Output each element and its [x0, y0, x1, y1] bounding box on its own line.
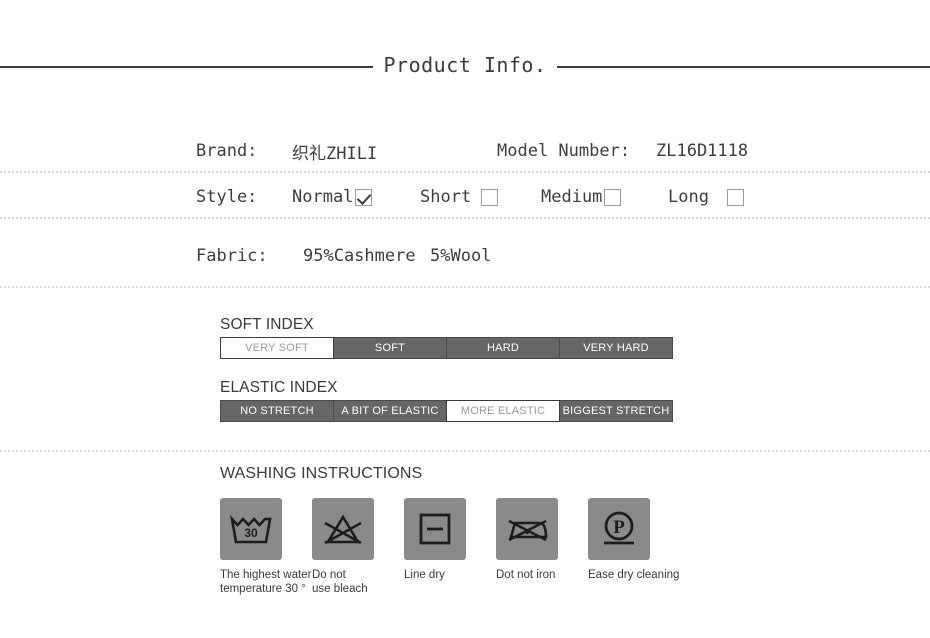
washing-caption-dry-clean: Ease dry cleaning: [588, 569, 680, 581]
soft-index-cell-soft[interactable]: SOFT: [333, 337, 447, 359]
line-dry-icon: [404, 498, 466, 560]
washing-instructions-title: WASHING INSTRUCTIONS: [220, 465, 423, 482]
style-row: Style: Normal Short Medium Long: [0, 174, 930, 220]
elastic-index-cell-a-bit-of-elastic[interactable]: A BIT OF ELASTIC: [333, 400, 447, 422]
style-option-medium-label: Medium: [541, 187, 603, 207]
do-not-iron-icon-glyph: [508, 519, 548, 542]
style-option-long-label: Long: [668, 187, 709, 207]
style-option-short-label: Short: [420, 187, 472, 207]
do-not-bleach-icon: [312, 498, 374, 560]
wash-tub-30-icon: 30: [220, 498, 282, 560]
fabric-row: Fabric: 95%Cashmere 5%Wool: [0, 220, 930, 292]
brand-value: 织礼ZHILI: [292, 143, 378, 164]
washing-item-temperature: 30 The highest water temperature 30 °: [220, 498, 312, 596]
dry-clean-p-icon-glyph: P: [604, 511, 634, 545]
svg-text:30: 30: [244, 526, 258, 540]
soft-index-bar: VERY SOFT SOFT HARD VERY HARD: [220, 337, 673, 359]
fabric-value-cashmere: 95%Cashmere: [303, 246, 416, 266]
svg-text:P: P: [613, 517, 625, 538]
soft-index-cell-very-soft[interactable]: VERY SOFT: [220, 337, 334, 359]
elastic-index-cell-biggest-stretch[interactable]: BIGGEST STRETCH: [559, 400, 673, 422]
divider-brand: [0, 171, 930, 173]
style-option-normal[interactable]: Normal: [292, 187, 373, 207]
header-rule-left: [0, 66, 374, 68]
brand-label: Brand:: [196, 141, 258, 161]
do-not-iron-icon: [496, 498, 558, 560]
style-option-normal-label: Normal: [292, 187, 354, 207]
soft-index-title: SOFT INDEX: [220, 316, 314, 333]
divider-style: [0, 217, 930, 219]
page-title: Product Info.: [383, 53, 547, 77]
do-not-bleach-icon-glyph: [324, 514, 362, 545]
elastic-index-cell-no-stretch[interactable]: NO STRETCH: [220, 400, 334, 422]
style-option-medium[interactable]: Medium: [541, 187, 622, 207]
washing-caption-temperature: The highest water temperature 30 °: [220, 569, 312, 595]
divider-fabric: [0, 286, 930, 288]
soft-index-cell-very-hard[interactable]: VERY HARD: [559, 337, 673, 359]
washing-caption-iron: Dot not iron: [496, 569, 556, 581]
brand-model-row: Brand: 织礼ZHILI Model Number: ZL16D1118: [0, 128, 930, 174]
elastic-index-cell-more-elastic[interactable]: MORE ELASTIC: [446, 400, 560, 422]
header-rule-right: [556, 66, 930, 68]
style-checkbox-normal[interactable]: [355, 188, 373, 206]
washing-item-dry-clean: P Ease dry cleaning: [588, 498, 680, 596]
washing-caption-line-dry: Line dry: [404, 569, 445, 581]
elastic-index-block: ELASTIC INDEX NO STRETCH A BIT OF ELASTI…: [220, 379, 673, 422]
divider-washing: [0, 450, 930, 452]
model-number-label: Model Number:: [497, 141, 631, 161]
fabric-label: Fabric:: [196, 246, 268, 266]
washing-instruction-items: 30 The highest water temperature 30 ° Do…: [220, 498, 680, 596]
soft-index-block: SOFT INDEX VERY SOFT SOFT HARD VERY HARD: [220, 316, 673, 359]
washing-item-bleach: Do not use bleach: [312, 498, 404, 596]
style-option-long[interactable]: Long: [668, 187, 744, 207]
elastic-index-bar: NO STRETCH A BIT OF ELASTIC MORE ELASTIC…: [220, 400, 673, 422]
soft-index-cell-hard[interactable]: HARD: [446, 337, 560, 359]
page-header: Product Info.: [0, 50, 930, 84]
washing-caption-bleach: Do not use bleach: [312, 569, 368, 595]
elastic-index-title: ELASTIC INDEX: [220, 379, 338, 396]
style-checkbox-short[interactable]: [481, 188, 499, 206]
style-checkbox-medium[interactable]: [604, 188, 622, 206]
style-label: Style:: [196, 187, 258, 207]
model-number-value: ZL16D1118: [656, 141, 749, 161]
fabric-value-wool: 5%Wool: [430, 246, 492, 266]
style-checkbox-long[interactable]: [726, 188, 744, 206]
dry-clean-p-icon: P: [588, 498, 650, 560]
washing-item-iron: Dot not iron: [496, 498, 588, 596]
washing-item-line-dry: Line dry: [404, 498, 496, 596]
line-dry-icon-glyph: [419, 513, 451, 545]
washing-instructions-block: WASHING INSTRUCTIONS 30 The highest wate…: [220, 465, 680, 596]
wash-tub-30-icon-glyph: 30: [229, 514, 272, 544]
spec-section: Brand: 织礼ZHILI Model Number: ZL16D1118 S…: [0, 128, 930, 292]
style-option-short[interactable]: Short: [420, 187, 499, 207]
